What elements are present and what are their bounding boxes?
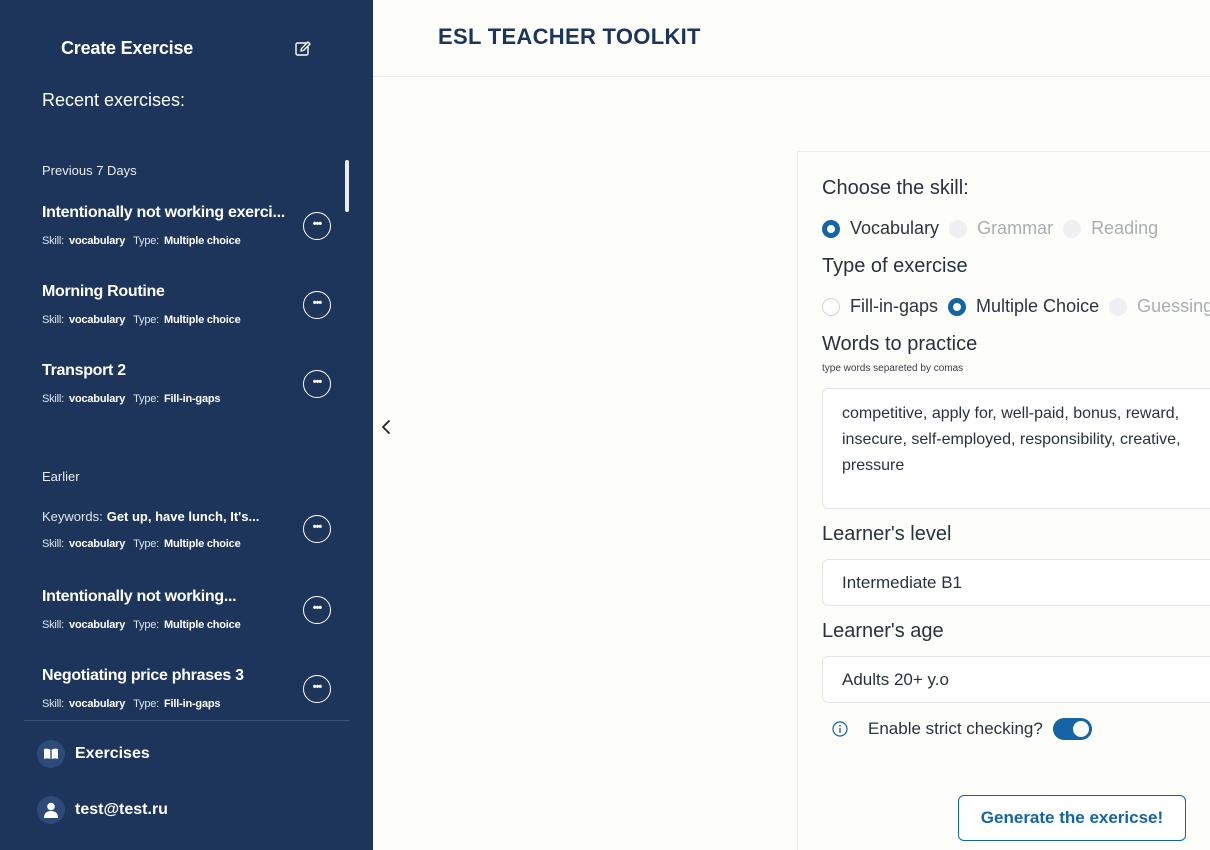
- skill-option-grammar: Grammar: [949, 218, 1053, 239]
- book-icon: [37, 740, 65, 768]
- age-select[interactable]: Adults 20+ y.o: [822, 656, 1210, 703]
- type-option-guessing: Guessing: [1109, 296, 1210, 317]
- recent-exercises-heading: Recent exercises:: [42, 90, 186, 110]
- list-item[interactable]: Intentionally not working exerci... Skil…: [0, 204, 350, 264]
- exercise-title[interactable]: Intentionally not working...: [42, 588, 292, 606]
- edit-icon[interactable]: [294, 40, 312, 58]
- radio-disabled-icon: [1109, 297, 1128, 316]
- words-hint: type words separeted by comas: [822, 363, 964, 374]
- user-icon: [37, 796, 65, 824]
- strict-checking-label: Enable strict checking?: [868, 719, 1043, 738]
- exercise-title[interactable]: Morning Routine: [42, 283, 292, 301]
- chevron-left-icon[interactable]: [380, 418, 392, 436]
- type-label: Type of exercise: [822, 255, 968, 277]
- more-options-button[interactable]: •••: [303, 675, 331, 703]
- group-label-earlier: Earlier: [42, 469, 80, 484]
- exercise-meta: Skill: vocabulary Type: Fill-in-gaps: [42, 393, 221, 405]
- strict-checking-row: Enable strict checking?: [832, 718, 1092, 740]
- words-label: Words to practice: [822, 333, 978, 355]
- more-options-button[interactable]: •••: [303, 515, 331, 543]
- list-item[interactable]: Transport 2 Skill: vocabulary Type: Fill-in…: [0, 362, 350, 422]
- list-item[interactable]: Morning Routine Skill: vocabulary Type: Mul…: [0, 283, 350, 343]
- exercise-keywords[interactable]: Keywords: Get up, have lunch, It's...: [42, 509, 259, 524]
- list-item[interactable]: Keywords: Get up, have lunch, It's... Ski…: [0, 507, 350, 567]
- more-options-button[interactable]: •••: [303, 596, 331, 624]
- radio-disabled-icon: [1063, 219, 1082, 238]
- strict-checking-toggle[interactable]: [1052, 718, 1092, 740]
- info-icon[interactable]: [832, 721, 848, 737]
- exercise-meta: Skill: vocabulary Type: Multiple choice: [42, 619, 241, 631]
- words-textarea[interactable]: competitive, apply for, well-paid, bonus…: [822, 388, 1210, 509]
- skill-label: Choose the skill:: [822, 177, 969, 199]
- more-options-button[interactable]: •••: [303, 212, 331, 240]
- nav-exercises-label: Exercises: [75, 745, 150, 762]
- sidebar-scrollbar[interactable]: [345, 160, 349, 212]
- app-title: ESL TEACHER TOOLKIT: [438, 24, 701, 49]
- exercise-meta: Skill: vocabulary Type: Fill-in-gaps: [42, 698, 221, 710]
- recent-exercises-list[interactable]: Previous 7 Days Intentionally not workin…: [0, 150, 350, 710]
- create-exercise-label[interactable]: Create Exercise: [61, 38, 193, 59]
- type-radio-group: Fill-in-gaps Multiple Choice Guessing: [822, 296, 1210, 317]
- level-label: Learner's level: [822, 523, 952, 545]
- nav-user[interactable]: test@test.ru: [37, 795, 168, 825]
- type-option-multiple-choice[interactable]: Multiple Choice: [948, 296, 1099, 317]
- exercise-title[interactable]: Transport 2: [42, 362, 292, 380]
- more-options-button[interactable]: •••: [303, 291, 331, 319]
- age-label: Learner's age: [822, 620, 944, 642]
- sidebar: Create Exercise Recent exercises: Previo…: [0, 0, 373, 850]
- radio-selected-icon[interactable]: [822, 219, 840, 238]
- skill-option-vocabulary[interactable]: Vocabulary: [822, 218, 939, 239]
- exercise-meta: Skill: vocabulary Type: Multiple choice: [42, 314, 241, 326]
- list-item[interactable]: Negotiating price phrases 3 Skill: vocabu…: [0, 667, 350, 710]
- exercise-title[interactable]: Negotiating price phrases 3: [42, 667, 292, 685]
- radio-disabled-icon: [949, 219, 968, 238]
- list-item[interactable]: Intentionally not working... Skill: vocab…: [0, 588, 350, 648]
- sidebar-divider: [24, 720, 350, 721]
- skill-radio-group: Vocabulary Grammar Reading: [822, 218, 1168, 239]
- more-options-button[interactable]: •••: [303, 370, 331, 398]
- nav-exercises[interactable]: Exercises: [37, 739, 150, 769]
- exercise-title[interactable]: Intentionally not working exerci...: [42, 204, 292, 222]
- exercise-form: Choose the skill: Vocabulary Grammar Rea…: [797, 151, 1210, 850]
- user-email: test@test.ru: [75, 801, 168, 818]
- skill-option-reading: Reading: [1063, 218, 1158, 239]
- group-label-previous: Previous 7 Days: [42, 163, 137, 178]
- radio-selected-icon[interactable]: [948, 297, 967, 316]
- exercise-meta: Skill: vocabulary Type: Multiple choice: [42, 538, 241, 550]
- top-header: ESL TEACHER TOOLKIT: [373, 0, 1210, 77]
- exercise-meta: Skill: vocabulary Type: Multiple choice: [42, 235, 241, 247]
- radio-unselected-icon[interactable]: [822, 297, 840, 316]
- level-select[interactable]: Intermediate B1: [822, 559, 1210, 606]
- generate-exercise-button[interactable]: Generate the exericse!: [958, 795, 1186, 841]
- type-option-fill-in-gaps[interactable]: Fill-in-gaps: [822, 296, 938, 317]
